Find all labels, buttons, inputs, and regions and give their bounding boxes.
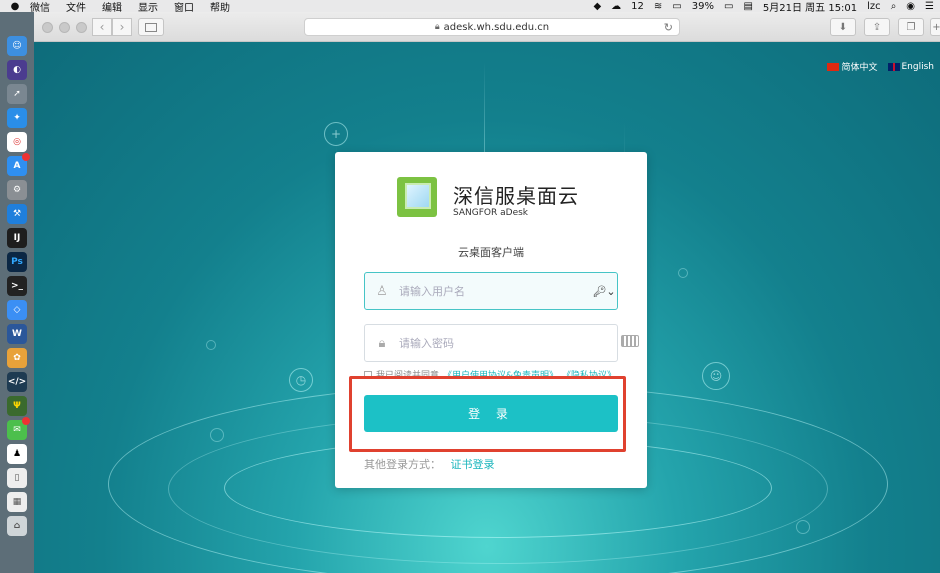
user-float-icon: ☺ [702,362,730,390]
highlight-box [349,376,626,452]
client-subtitle: 云桌面客户端 [458,246,524,259]
word-icon[interactable]: W [7,324,27,344]
downloads-button[interactable]: ⬇ [830,18,856,36]
background-dot [210,428,224,442]
battery-percent: 39% [691,0,714,12]
document-icon[interactable]: ▯ [7,468,27,488]
lang-chinese-label: 简体中文 [841,63,878,73]
sangfor-logo-icon [397,177,437,217]
wechat-count: 12 [631,0,644,12]
sidebar-toggle-button[interactable] [138,18,164,36]
photos-icon[interactable]: ✿ [7,348,27,368]
clock-float-icon: ◷ [289,368,313,392]
share-button[interactable]: ⇪ [864,18,890,36]
lock-icon: 🔒︎ [378,335,386,351]
siri-icon[interactable]: ◉ [906,1,915,12]
username-field: ♙ 🔑︎⌄ [364,272,618,310]
keyboard-icon[interactable] [621,335,639,347]
uk-flag-icon [887,62,900,71]
preview-icon[interactable]: ▦ [7,492,27,512]
battery-icon[interactable]: ▭ [724,1,733,12]
wechat-app-icon[interactable]: ✉ [7,417,30,440]
code-editor-icon[interactable]: </> [7,372,27,392]
app-store-icon[interactable]: A [7,153,30,176]
chrome-icon[interactable]: ◎ [7,132,27,152]
control-center-icon[interactable]: ☰ [925,1,934,12]
siri-app-icon[interactable]: ◐ [7,60,27,80]
china-flag-icon [827,62,840,71]
apple-icon[interactable]: ● [0,1,30,12]
user-icon: ♙ [376,283,388,299]
eraser-app-icon[interactable]: ◇ [7,300,27,320]
back-button[interactable]: ‹ [92,18,112,36]
finder-icon[interactable]: ☺ [7,36,27,56]
lock-icon: 🔒︎ [434,22,440,32]
wechat-tray-icon[interactable]: ☁ [611,1,621,12]
launchpad-icon[interactable]: ➚ [7,84,27,104]
cert-login-link[interactable]: 证书登录 [451,458,495,471]
reload-icon[interactable]: ↻ [664,21,673,34]
spotlight-icon[interactable]: ⌕ [891,1,897,12]
qq-app-icon[interactable]: ♟ [7,444,27,464]
safari-icon[interactable]: ✦ [7,108,27,128]
zoom-window-button[interactable] [76,22,87,33]
background-line [484,62,485,152]
dock: ☺ ◐ ➚ ✦ ◎ A ⚙ ⚒ IJ Ps >_ ◇ W ✿ </> Ψ ✉ ♟… [0,12,34,573]
login-page: + ◷ ☺ 简体中文 English 深信服桌面云 SANGFOR aDesk … [34,42,940,573]
user-name[interactable]: lzc [867,1,881,12]
sidebar-icon [145,22,157,32]
background-dot [678,268,688,278]
flag-us-icon[interactable]: ▤ [743,1,752,12]
photoshop-icon[interactable]: Ps [7,252,27,272]
menu-bar: ● 微信 文件 编辑 显示 窗口 帮助 ◆ ☁ 12 ≋ ▭ 39% ▭ ▤ 5… [0,0,940,14]
plus-float-icon: + [324,122,348,146]
airplay-icon[interactable]: ▭ [672,1,681,12]
background-dot [796,520,810,534]
url-text: adesk.wh.sdu.edu.cn [443,21,550,33]
address-bar[interactable]: 🔒︎ adesk.wh.sdu.edu.cn ↻ [304,18,680,36]
other-login-methods: 其他登录方式： 证书登录 [364,456,495,472]
lang-english[interactable]: English [887,60,935,73]
anaconda-icon[interactable]: Ψ [7,396,27,416]
other-login-label: 其他登录方式： [364,458,441,471]
password-input[interactable] [399,336,617,350]
wifi-icon[interactable]: ≋ [654,1,662,12]
lang-english-label: English [901,61,935,72]
browser-toolbar: ‹ › 🔒︎ adesk.wh.sdu.edu.cn ↻ ⬇ ⇪ ❐ + [34,12,940,42]
minimize-window-button[interactable] [59,22,70,33]
terminal-icon[interactable]: >_ [7,276,27,296]
tabs-overview-button[interactable]: ❐ [898,18,924,36]
background-dot [206,340,216,350]
trash-icon[interactable]: ⌂ [7,516,27,536]
qq-tray-icon[interactable]: ◆ [593,1,601,12]
xcode-icon[interactable]: ⚒ [7,204,27,224]
lang-chinese[interactable]: 简体中文 [827,60,878,73]
close-window-button[interactable] [42,22,53,33]
key-dropdown-icon[interactable]: 🔑︎⌄ [591,285,617,298]
brand-subtitle: SANGFOR aDesk [453,208,529,218]
password-field: 🔒︎ [364,324,618,362]
forward-button[interactable]: › [112,18,132,36]
new-tab-button[interactable]: + [930,18,940,36]
system-preferences-icon[interactable]: ⚙ [7,180,27,200]
nav-buttons: ‹ › [92,18,132,36]
intellij-icon[interactable]: IJ [7,228,27,248]
username-input[interactable] [399,284,591,298]
window-controls [42,22,87,33]
brand-title: 深信服桌面云 [453,184,579,208]
language-switcher: 简体中文 English [827,60,934,73]
